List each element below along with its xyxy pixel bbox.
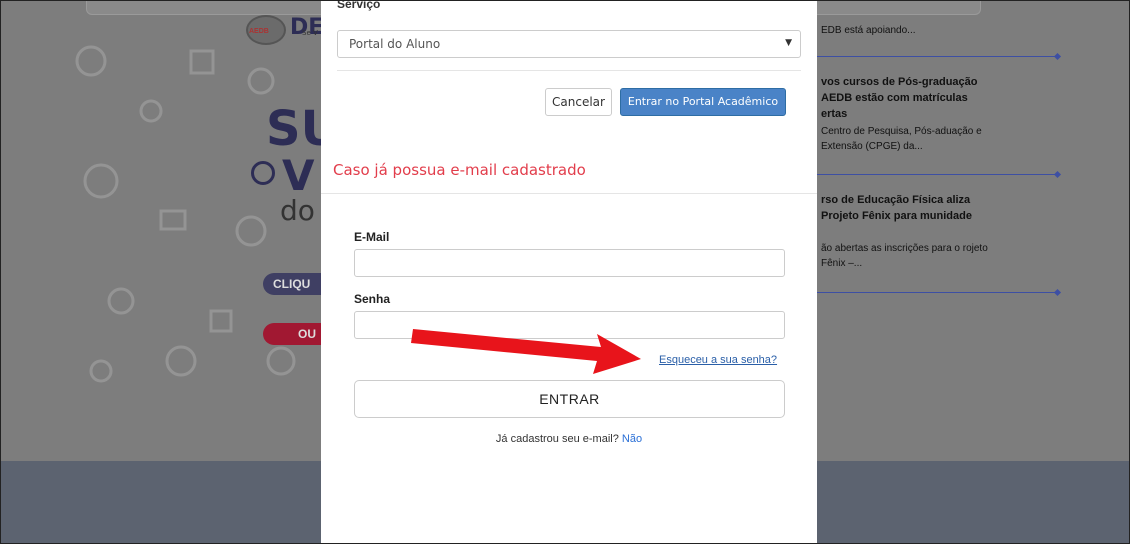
news-title-2[interactable]: vos cursos de Pós-graduação AEDB estão c… [821,74,991,122]
email-input[interactable] [354,249,785,277]
red-arrow-icon [411,329,641,374]
cancel-button[interactable]: Cancelar [545,88,612,116]
login-modal: Serviço Portal do Aluno ▼ Cancelar Entra… [321,0,817,543]
password-label: Senha [354,292,391,306]
browser-viewport: AEDB DE Se V SU V do CLIQU OU EDB está a… [0,0,1130,544]
email-label: E-Mail [354,230,390,244]
service-select[interactable]: Portal do Aluno ▼ [337,30,801,58]
news-title-3[interactable]: rso de Educação Física aliza Projeto Fên… [821,192,991,224]
news-separator [817,174,1057,175]
enter-portal-button[interactable]: Entrar no Portal Acadêmico [620,88,786,116]
news-excerpt-2: Centro de Pesquisa, Pós-aduação e Extens… [821,126,982,152]
divider [337,70,801,71]
forgot-password-link[interactable]: Esqueceu a sua senha? [659,354,777,366]
login-button[interactable]: ENTRAR [354,380,785,418]
registered-question: Já cadastrou seu e-mail? Não [321,433,817,445]
news-separator [817,56,1057,57]
magnifier-icon [251,161,275,185]
logo-sub: Se V [302,29,318,37]
service-label: Serviço [337,0,381,11]
hero-letters-3: do [280,194,315,227]
news-excerpt-1: EDB está apoiando... [821,25,916,36]
section-title: Caso já possua e-mail cadastrado [333,161,586,179]
news-separator [817,292,1057,293]
registered-question-text: Já cadastrou seu e-mail? [495,433,619,445]
aedb-logo-text: AEDB [249,28,269,35]
service-select-value: Portal do Aluno [349,37,441,51]
caret-down-icon: ▼ [785,38,792,48]
divider [321,193,817,194]
news-excerpt-3: ão abertas as inscrições para o rojeto F… [821,243,988,269]
hero-letters-2: V [282,151,315,200]
not-registered-link[interactable]: Não [622,433,642,445]
